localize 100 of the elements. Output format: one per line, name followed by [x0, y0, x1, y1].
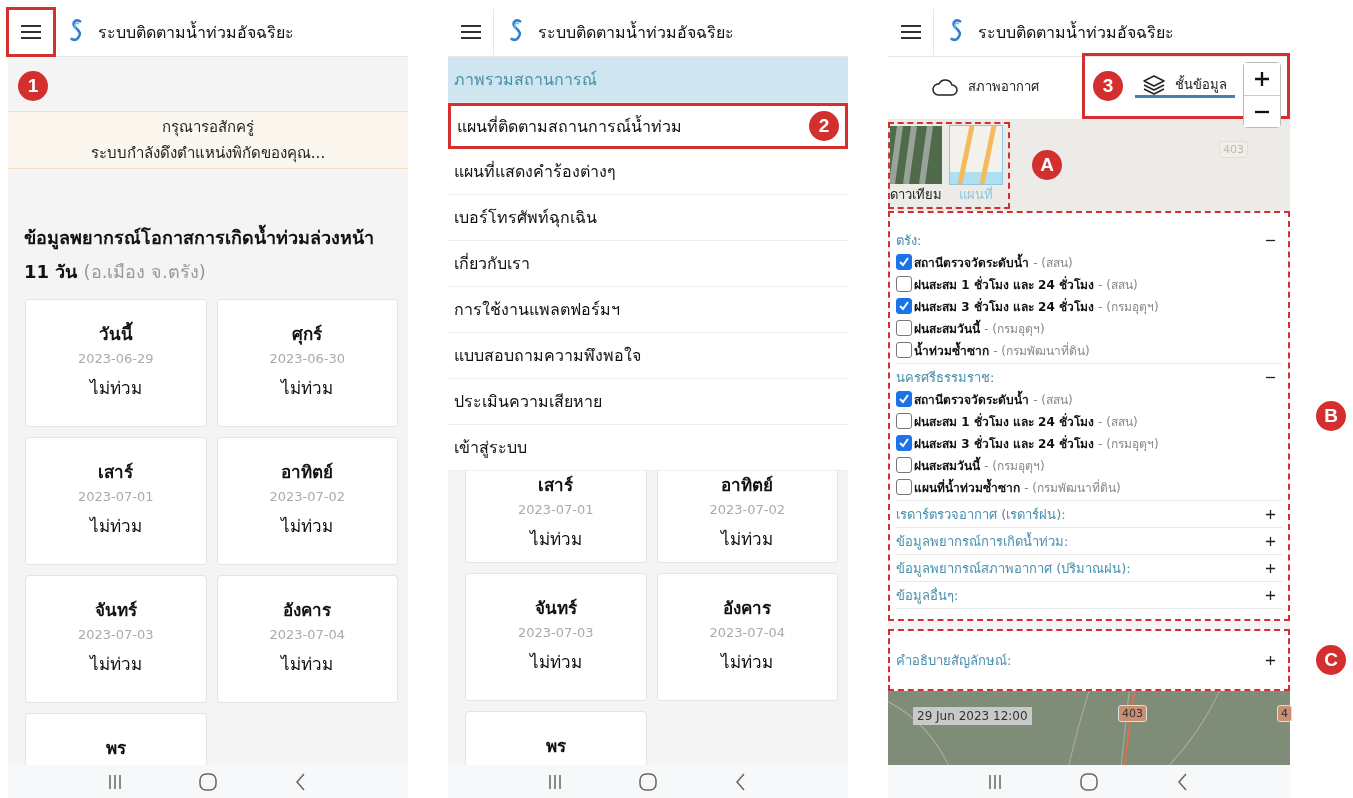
- menu-icon: [459, 24, 482, 40]
- expand-icon[interactable]: [1265, 562, 1276, 574]
- date-label: 2023-07-04: [269, 627, 346, 642]
- flood-status: ไม่ท่วม: [721, 528, 774, 551]
- basemap-option[interactable]: ดาวเทียม: [890, 125, 942, 205]
- app-title: ระบบติดตามน้ำท่วมอัจฉริยะ: [98, 20, 294, 44]
- date-label: 2023-07-01: [77, 489, 154, 504]
- day-label: อังคาร: [723, 597, 772, 620]
- layer-label: ฝนสะสม 1 ชั่วโมง และ 24 ชั่วโมง - (สสน): [914, 412, 1138, 431]
- checkbox[interactable]: [896, 254, 912, 270]
- date-label: 2023-07-02: [709, 502, 786, 517]
- callout-marker: 3: [1093, 71, 1123, 101]
- menu-item[interactable]: ประเมินความเสียหาย: [448, 379, 848, 425]
- layer-group-header[interactable]: นครศรีธรรมราช:: [896, 366, 1282, 388]
- callout-marker: B: [1316, 401, 1346, 431]
- menu-item[interactable]: การใช้งานแพลตฟอร์มฯ: [448, 287, 848, 333]
- home-icon[interactable]: [637, 770, 659, 793]
- loading-notice: กรุณารอสักครู่ ระบบกำลังดึงตำแหน่งพิกัดของคุณ...: [8, 111, 408, 169]
- menu-item[interactable]: แบบสอบถามความพึงพอใจ: [448, 333, 848, 379]
- checkbox[interactable]: [896, 320, 912, 336]
- date-label: 2023-07-03: [77, 627, 154, 642]
- day-label: จันทร์: [94, 599, 137, 622]
- tab[interactable]: ชั้นข้อมูล: [1135, 74, 1235, 98]
- date-label: 2023-06-29: [77, 351, 154, 366]
- checkbox[interactable]: [896, 391, 912, 407]
- flood-status: ไม่ท่วม: [89, 653, 142, 676]
- layer-label: ฝนสะสมวันนี้ - (กรมอุตุฯ): [914, 318, 1045, 338]
- home-icon[interactable]: [197, 770, 219, 793]
- expand-icon[interactable]: [1265, 654, 1276, 666]
- flood-status: ไม่ท่วม: [281, 377, 334, 400]
- day-label: เสาร์: [98, 461, 134, 484]
- callout-marker: 1: [18, 71, 48, 101]
- expand-icon[interactable]: [1265, 535, 1276, 547]
- forecast-heading: ข้อมูลพยากรณ์โอกาสการเกิดน้ำท่วมล่วงหน้า 11 วัน (อ.เมือง จ.ตรัง): [24, 221, 392, 289]
- layers-icon: [1143, 74, 1165, 95]
- layer-label: ฝนสะสมวันนี้ - (กรมอุตุฯ): [914, 455, 1045, 475]
- day-label: จันทร์: [534, 597, 577, 620]
- checkbox[interactable]: [896, 276, 912, 292]
- layer-group-header[interactable]: ข้อมูลพยากรณ์การเกิดน้ำท่วม:: [896, 530, 1282, 552]
- menu-item[interactable]: เกี่ยวกับเรา: [448, 241, 848, 287]
- expand-icon[interactable]: [1265, 508, 1276, 520]
- layer-group-header[interactable]: เรดาร์ตรวจอากาศ (เรดาร์ฝน):: [896, 503, 1282, 525]
- road-label: 403: [1118, 705, 1147, 722]
- day-label: วันนี้: [98, 320, 133, 347]
- checkbox[interactable]: [896, 479, 912, 495]
- date-label: 2023-07-02: [269, 489, 346, 504]
- callout-marker: A: [1032, 150, 1062, 180]
- layer-label: สถานีตรวจวัดระดับน้ำ - (สสน): [914, 389, 1073, 409]
- layer-label: ฝนสะสม 1 ชั่วโมง และ 24 ชั่วโมง - (สสน): [914, 275, 1138, 294]
- layer-label: แผนที่น้ำท่วมซ้ำซาก - (กรมพัฒนาที่ดิน): [914, 477, 1121, 497]
- layer-group-header[interactable]: ข้อมูลพยากรณ์สภาพอากาศ (ปริมาณฝน):: [896, 557, 1282, 579]
- app-title: ระบบติดตามน้ำท่วมอัจฉริยะ: [978, 20, 1174, 44]
- satellite-thumbnail: [890, 125, 942, 184]
- road-label: 403: [1219, 141, 1248, 158]
- day-label: ศุกร์: [292, 323, 323, 347]
- expand-icon[interactable]: [1265, 589, 1276, 601]
- menu-item[interactable]: เบอร์โทรศัพท์ฉุกเฉิน: [448, 195, 848, 241]
- layer-label: สถานีตรวจวัดระดับน้ำ - (สสน): [914, 252, 1073, 272]
- cloud-icon: [931, 77, 958, 96]
- checkbox[interactable]: [896, 298, 912, 314]
- day-label: เสาร์: [538, 474, 574, 497]
- road-label: 4: [1277, 705, 1292, 722]
- layer-label: น้ำท่วมซ้ำซาก - (กรมพัฒนาที่ดิน): [914, 340, 1090, 360]
- checkbox[interactable]: [896, 413, 912, 429]
- date-label: 2023-07-03: [517, 625, 594, 640]
- menu-button[interactable]: [8, 9, 54, 55]
- layer-label: ฝนสะสม 3 ชั่วโมง และ 24 ชั่วโมง - (กรมอุตุฯ): [914, 297, 1159, 316]
- zoom-out-button[interactable]: [1244, 95, 1280, 127]
- app-title: ระบบติดตามน้ำท่วมอัจฉริยะ: [538, 20, 734, 44]
- time-label: 29 Jun 2023 12:00: [913, 707, 1032, 725]
- legend-header[interactable]: คำอธิบายสัญลักษณ์:: [896, 649, 1282, 671]
- layer-group-header[interactable]: ข้อมูลอื่นๆ:: [896, 584, 1282, 606]
- menu-item[interactable]: แผนที่แสดงคำร้องต่างๆ: [448, 149, 848, 195]
- day-label: พร: [105, 737, 126, 760]
- day-label: พร: [545, 735, 566, 758]
- map-thumbnail: [950, 125, 1002, 184]
- flood-status: ไม่ท่วม: [529, 528, 582, 551]
- day-label: อาทิตย์: [721, 474, 774, 497]
- plus-icon: [1255, 72, 1269, 86]
- date-label: 2023-07-04: [709, 625, 786, 640]
- callout-marker: 2: [809, 111, 839, 141]
- flood-status: ไม่ท่วม: [281, 653, 334, 676]
- flood-status: ไม่ท่วม: [529, 651, 582, 674]
- flood-status: ไม่ท่วม: [281, 515, 334, 538]
- callout-marker: C: [1316, 645, 1346, 675]
- date-label: 2023-07-01: [517, 502, 594, 517]
- checkbox[interactable]: [896, 457, 912, 473]
- day-label: อังคาร: [283, 599, 332, 622]
- menu-icon: [899, 24, 922, 40]
- flood-status: ไม่ท่วม: [89, 515, 142, 538]
- home-icon[interactable]: [1078, 770, 1100, 793]
- menu-item[interactable]: แผนที่ติดตามสถานการณ์น้ำท่วม 2: [448, 103, 848, 149]
- checkbox[interactable]: [896, 342, 912, 358]
- day-label: อาทิตย์: [281, 461, 334, 484]
- menu-icon: [19, 24, 42, 40]
- layer-label: ฝนสะสม 3 ชั่วโมง และ 24 ชั่วโมง - (กรมอุตุฯ): [914, 434, 1159, 453]
- checkbox[interactable]: [896, 435, 912, 451]
- flood-status: ไม่ท่วม: [89, 377, 142, 400]
- date-label: 2023-06-30: [269, 351, 346, 366]
- layer-group-header[interactable]: ตรัง:: [896, 229, 1282, 251]
